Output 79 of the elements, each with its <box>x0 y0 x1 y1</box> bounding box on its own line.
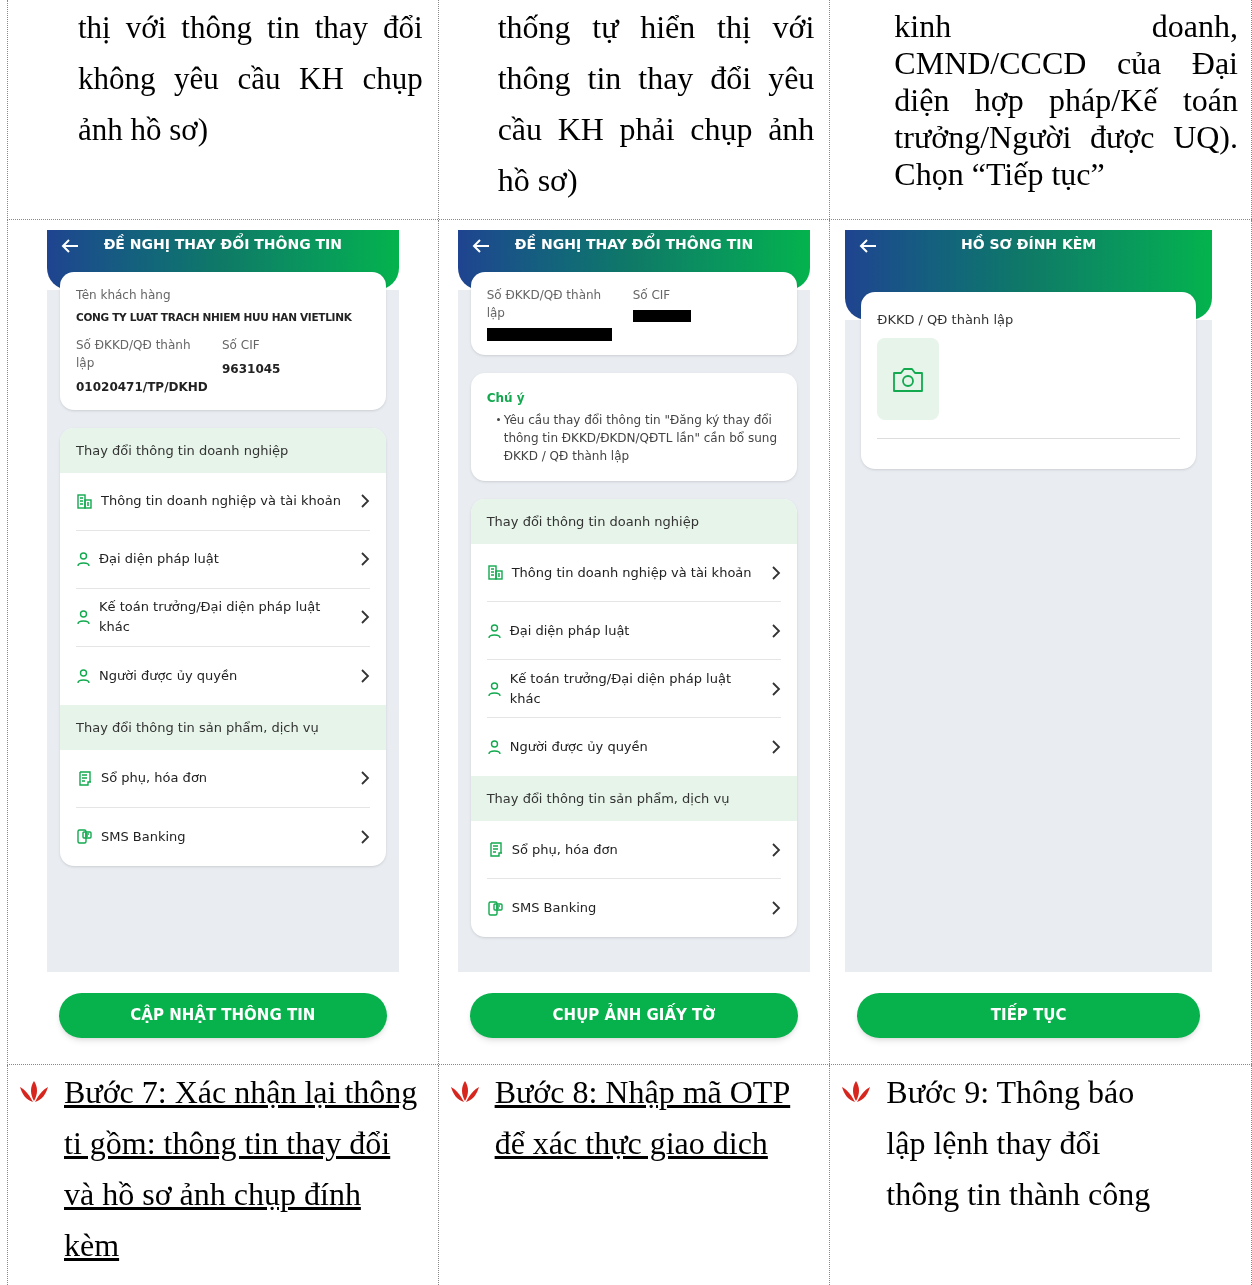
field-label: Số CIF <box>222 336 261 354</box>
photo-upload-tile[interactable] <box>877 337 940 420</box>
menu-item[interactable]: Sổ phụ, hóa đơn <box>76 749 370 808</box>
screen-title: ĐỀ NGHỊ THAY ĐỔI THÔNG TIN <box>79 234 385 255</box>
field-label: Số ĐKKD/QĐ thành lập <box>76 336 192 372</box>
step-text: Bước 7: Xác nhận lại thông ti gồm: thông tin thay đổi và hồ sơ ảnh chụp đính kèm <box>64 1073 419 1265</box>
phone-message-icon <box>76 828 93 846</box>
person-icon <box>486 739 502 755</box>
section-header: Thay đổi thông tin sản phẩm, dịch vụ <box>60 704 386 750</box>
instruction-text: kinh doanh, CMND/CCCD của Đại diện hợp pháp/Kế toán trưởng/Người được UQ). Chọn “Tiếp tục” <box>893 8 1239 193</box>
menu-item[interactable]: Sổ phụ, hóa đơn <box>486 821 782 879</box>
field-value: 9631045 <box>222 360 282 378</box>
menu-item-label: Kế toán trưởng/Đại diện pháp luật khác <box>99 598 322 637</box>
notice-text: Yêu cầu thay đổi thông tin "Đăng ký thay đổi thông tin ĐKKD/ĐKDN/QĐTL lần" cần bổ sung ĐKKD / QĐ thành lập <box>503 412 778 465</box>
building-icon <box>486 564 504 581</box>
attachment-label: ĐKKD / QĐ thành lập <box>877 311 1015 329</box>
notice-title: Chú ý <box>486 390 526 407</box>
lotus-bullet-icon <box>448 1079 481 1105</box>
instruction-text: thị với thông tin thay đổi không yêu cầu KH chụp ảnh hồ sơ) <box>77 9 424 149</box>
screen-title: ĐỀ NGHỊ THAY ĐỔI THÔNG TIN <box>489 234 797 255</box>
back-arrow-icon[interactable] <box>61 238 79 254</box>
chevron-right-icon <box>771 900 782 916</box>
menu-item[interactable]: Thông tin doanh nghiệp và tài khoản <box>76 472 370 531</box>
menu-item[interactable]: Người được ủy quyền <box>486 718 782 776</box>
menu-item-label: Người được ủy quyền <box>509 738 649 756</box>
lotus-bullet-icon <box>840 1079 873 1105</box>
menu-item[interactable]: Đại diện pháp luật <box>486 602 782 660</box>
menu-item[interactable]: SMS Banking <box>486 879 782 937</box>
section-header: Thay đổi thông tin sản phẩm, dịch vụ <box>470 776 798 821</box>
field-value: 01020471/TP/DKHD <box>76 378 206 396</box>
receipt-icon <box>76 769 93 787</box>
menu-item[interactable]: Kế toán trưởng/Đại diện pháp luật khác <box>76 588 370 647</box>
menu-item-label: Thông tin doanh nghiệp và tài khoản <box>511 563 753 582</box>
chevron-right-icon <box>771 841 782 858</box>
step-text: Bước 9: Thông báo lập lệnh thay đổi thông tin thành công <box>886 1073 1152 1214</box>
menu-item[interactable]: Kế toán trưởng/Đại diện pháp luật khác <box>486 660 782 718</box>
chevron-right-icon <box>359 551 370 568</box>
menu-item-label: SMS Banking <box>511 899 598 917</box>
menu-item-label: Thông tin doanh nghiệp và tài khoản <box>101 492 342 511</box>
menu-item[interactable]: Thông tin doanh nghiệp và tài khoản <box>486 544 782 602</box>
person-icon <box>76 667 91 684</box>
phone-message-icon <box>486 899 504 917</box>
chevron-right-icon <box>359 828 370 845</box>
step-text: Bước 8: Nhập mã OTP để xác thực giao dich <box>494 1073 792 1163</box>
chevron-right-icon <box>359 770 370 787</box>
chevron-right-icon <box>771 564 782 581</box>
instruction-text: thống tự hiển thị với thông tin thay đổi yêu cầu KH phải chụp ảnh hồ sơ) <box>496 8 816 200</box>
back-arrow-icon[interactable] <box>859 238 878 254</box>
menu-item[interactable]: Đại diện pháp luật <box>76 530 370 589</box>
field-label: Số ĐKKD/QĐ thành lập <box>486 287 603 322</box>
menu-item-label: SMS Banking <box>101 827 187 846</box>
field-label: Số CIF <box>632 287 672 304</box>
menu-item-label: Sổ phụ, hóa đơn <box>511 840 619 859</box>
chevron-right-icon <box>359 493 370 510</box>
lotus-bullet-icon <box>18 1079 50 1105</box>
menu-item-label: Sổ phụ, hóa đơn <box>101 769 209 788</box>
person-icon <box>76 551 91 568</box>
menu-item[interactable]: Người được ủy quyền <box>76 646 370 705</box>
chevron-right-icon <box>359 609 370 626</box>
back-arrow-icon[interactable] <box>471 238 490 254</box>
chevron-right-icon <box>771 680 782 697</box>
person-icon <box>486 680 502 697</box>
field-label: Tên khách hàng <box>76 287 172 304</box>
person-icon <box>486 622 502 639</box>
section-header: Thay đổi thông tin doanh nghiệp <box>60 427 386 473</box>
chevron-right-icon <box>771 622 782 639</box>
menu-item-label: Kế toán trưởng/Đại diện pháp luật khác <box>509 669 732 708</box>
menu-item-label: Đại diện pháp luật <box>99 550 220 569</box>
menu-item-label: Đại diện pháp luật <box>509 621 631 640</box>
menu-item-label: Người được ủy quyền <box>99 666 239 685</box>
menu-item[interactable]: SMS Banking <box>76 807 370 866</box>
chevron-right-icon <box>771 739 782 755</box>
screen-title: HỒ SƠ ĐÍNH KÈM <box>960 234 1098 254</box>
customer-name: CONG TY LUAT TRACH NHIEM HUU HAN VIETLINK <box>76 310 353 325</box>
person-icon <box>76 609 91 626</box>
bullet-icon <box>496 418 500 421</box>
section-header: Thay đổi thông tin doanh nghiệp <box>470 499 798 544</box>
chevron-right-icon <box>359 667 370 684</box>
building-icon <box>76 492 93 510</box>
